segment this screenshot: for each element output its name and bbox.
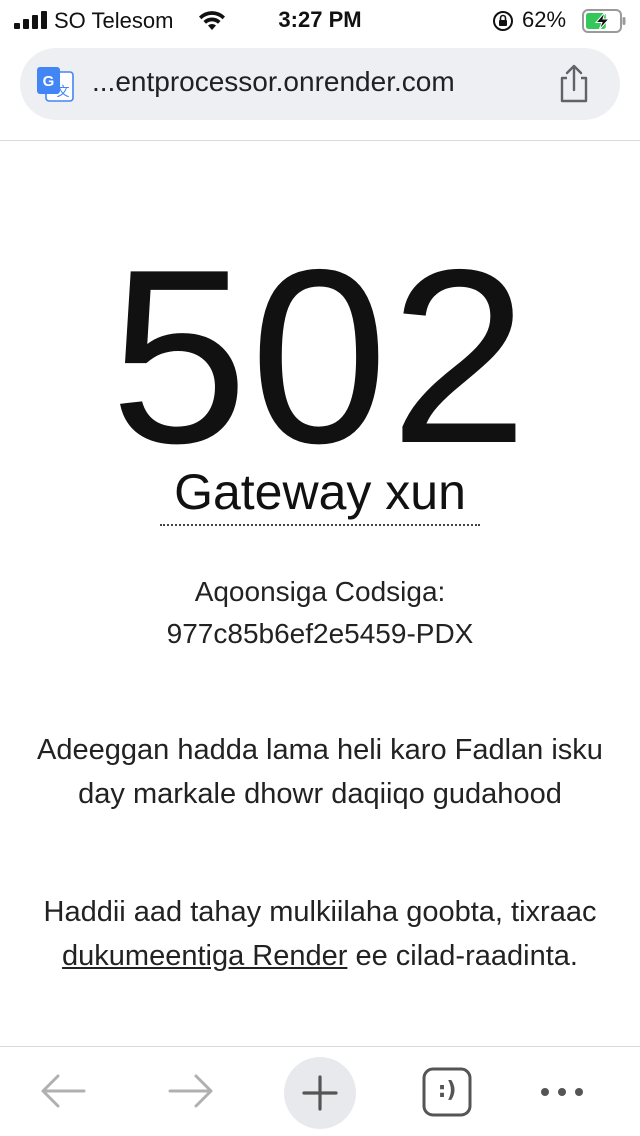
tabs-button[interactable]: :): [414, 1061, 478, 1121]
more-button[interactable]: [530, 1061, 594, 1121]
owner-message: Haddii aad tahay mulkiilaha goobta, tixr…: [30, 890, 610, 978]
browser-screen: SO Telesom 3:27 PM 62% G 文 ...entprocess…: [0, 0, 640, 1136]
svg-text:文: 文: [56, 85, 69, 100]
status-bar: SO Telesom 3:27 PM 62%: [0, 0, 640, 42]
url-text[interactable]: ...entprocessor.onrender.com: [92, 66, 552, 98]
share-icon[interactable]: [556, 64, 592, 104]
plus-icon: [302, 1075, 338, 1111]
error-code: 502: [110, 217, 530, 495]
new-tab-button[interactable]: [284, 1057, 356, 1129]
request-id-label: Aqoonsiga Codsiga:: [194, 576, 446, 607]
forward-arrow-icon: [168, 1074, 213, 1108]
rotation-lock-icon: [493, 11, 513, 31]
battery-percent: 62%: [522, 7, 567, 32]
bottom-toolbar: :): [0, 1047, 640, 1136]
request-id-value: 977c85b6ef2e5459-PDX: [166, 618, 474, 649]
translate-icon[interactable]: G 文: [36, 66, 74, 102]
render-docs-link[interactable]: dukumeentiga Render: [62, 940, 347, 972]
error-title: Gateway xun: [160, 462, 480, 526]
owner-message-suffix: ee cilad-raadinta.: [347, 940, 578, 972]
back-arrow-icon: [41, 1074, 86, 1108]
header-divider: [0, 140, 640, 141]
address-bar[interactable]: G 文 ...entprocessor.onrender.com: [20, 48, 620, 120]
more-dots-icon: [541, 1088, 583, 1096]
unavailable-message: Adeeggan hadda lama heli karo Fadlan isk…: [37, 734, 603, 810]
forward-button[interactable]: [158, 1061, 222, 1121]
back-button[interactable]: [32, 1061, 96, 1121]
svg-text:G: G: [43, 73, 55, 90]
battery-charging-icon: [582, 9, 626, 33]
tabs-icon-text: :): [437, 1078, 457, 1103]
owner-message-prefix: Haddii aad tahay mulkiilaha goobta, tixr…: [43, 896, 597, 928]
